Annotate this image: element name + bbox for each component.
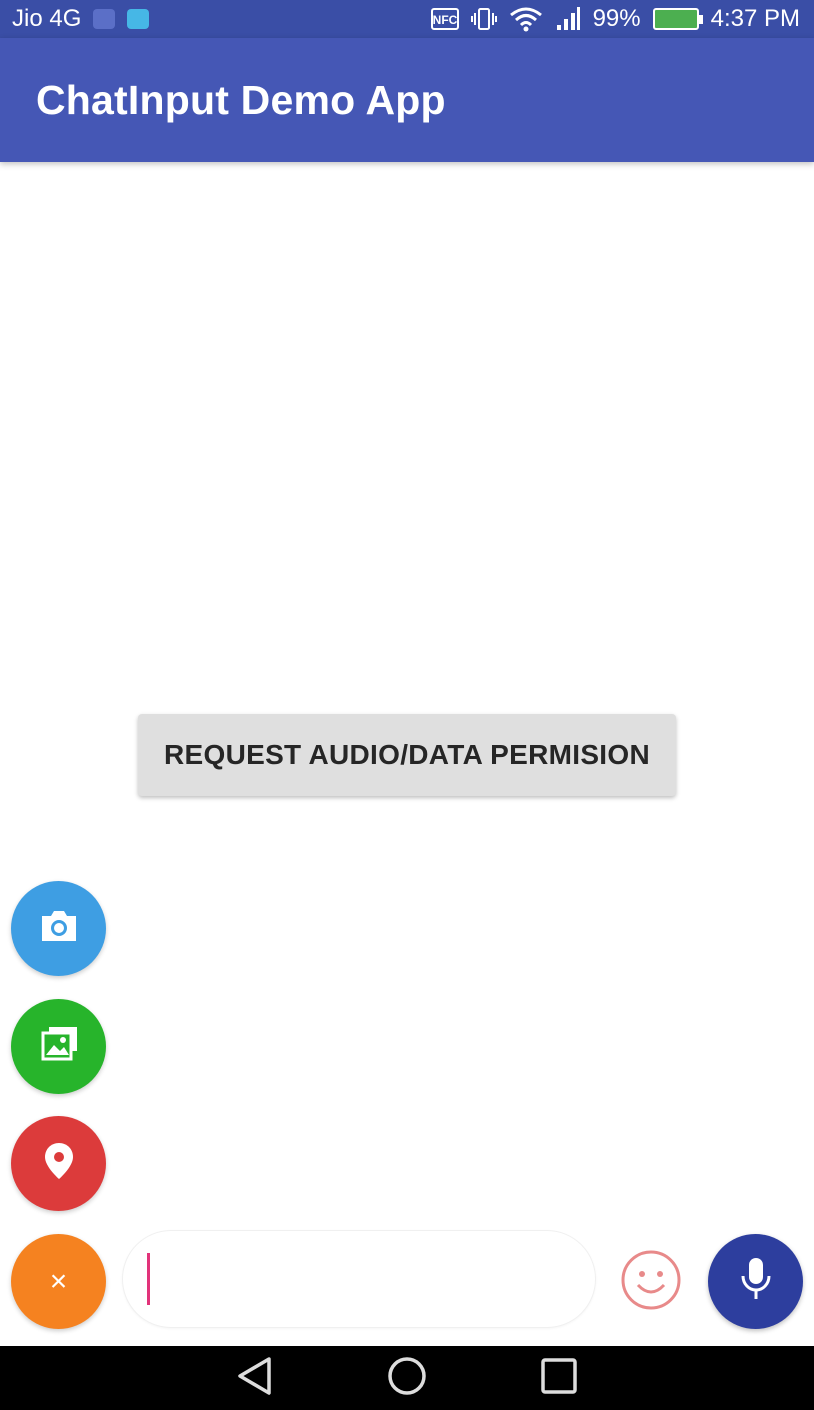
camera-icon: [38, 909, 80, 948]
emoji-button[interactable]: [619, 1250, 683, 1314]
gallery-button[interactable]: [11, 999, 106, 1094]
nfc-icon: NFC: [430, 8, 459, 30]
app-title: ChatInput Demo App: [36, 76, 446, 123]
recents-icon: [538, 1355, 580, 1402]
text-cursor: [147, 1253, 150, 1305]
recents-button[interactable]: [538, 1355, 580, 1402]
back-button[interactable]: [234, 1355, 276, 1402]
status-left: Jio 4G: [12, 5, 150, 33]
close-icon: ×: [49, 1264, 68, 1298]
svg-text:NFC: NFC: [432, 13, 457, 27]
home-button[interactable]: [386, 1355, 428, 1402]
camera-button[interactable]: [11, 881, 106, 976]
clock-time: 4:37 PM: [710, 5, 800, 32]
location-pin-icon: [43, 1141, 75, 1186]
close-menu-button[interactable]: ×: [11, 1234, 106, 1329]
request-permission-button[interactable]: REQUEST AUDIO/DATA PERMISION: [138, 714, 676, 796]
status-bar: Jio 4G NFC 99% 4:37 PM: [0, 0, 814, 38]
mic-button[interactable]: [708, 1234, 803, 1329]
message-input[interactable]: [122, 1230, 596, 1328]
android-icon: [127, 9, 150, 29]
signal-icon: [555, 7, 581, 31]
navigation-bar: [0, 1346, 814, 1410]
battery-percent: 99%: [592, 5, 641, 32]
microphone-icon: [739, 1256, 773, 1307]
back-icon: [234, 1355, 276, 1402]
home-icon: [386, 1355, 428, 1402]
wifi-icon: [509, 6, 543, 32]
location-button[interactable]: [11, 1116, 106, 1211]
notification-icon: [93, 9, 116, 29]
smiley-icon: [620, 1249, 682, 1316]
battery-charging-icon: [652, 8, 703, 30]
vibrate-icon: [470, 7, 497, 31]
gallery-icon: [39, 1025, 79, 1068]
status-right: NFC 99% 4:37 PM: [430, 5, 800, 33]
carrier-label: Jio 4G: [12, 5, 82, 32]
app-bar: ChatInput Demo App: [0, 38, 814, 162]
